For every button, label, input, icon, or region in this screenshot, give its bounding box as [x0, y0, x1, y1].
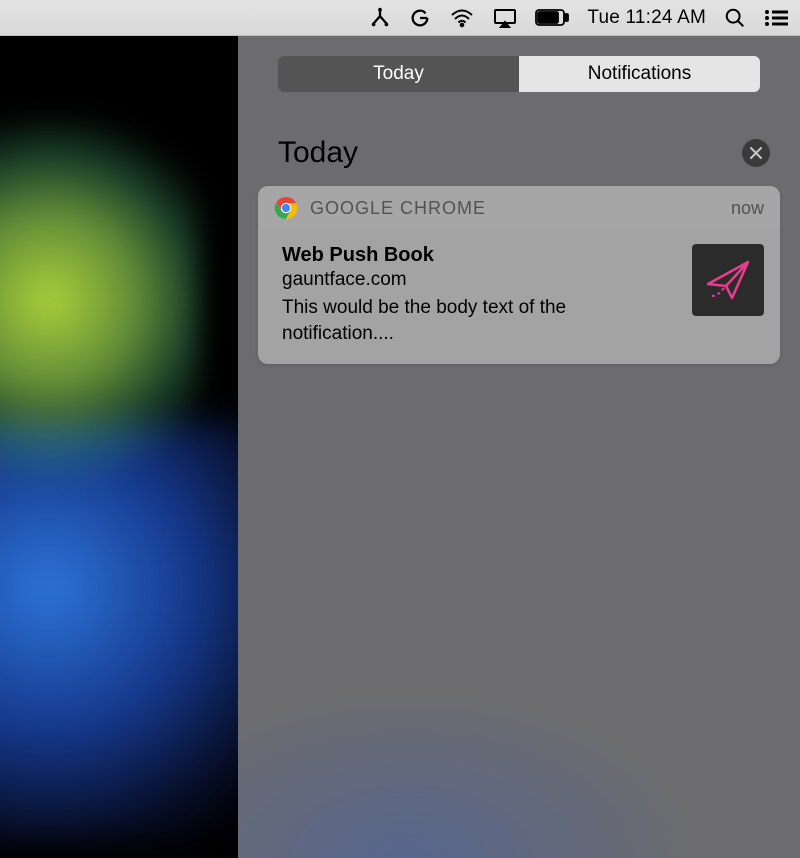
close-icon: [749, 146, 763, 160]
tab-notifications[interactable]: Notifications: [519, 56, 760, 92]
section-title: Today: [278, 136, 358, 170]
desktop-wallpaper: [0, 0, 238, 858]
search-icon[interactable]: [724, 7, 746, 29]
notification-center-panel: Today Notifications Today GOOGLE CHROME: [238, 36, 800, 858]
fork-icon[interactable]: [369, 7, 391, 29]
notification-title: Web Push Book: [282, 244, 676, 267]
notification-domain: gauntface.com: [282, 269, 676, 291]
menubar-clock[interactable]: Tue 11:24 AM: [587, 7, 706, 29]
google-g-icon[interactable]: [409, 7, 431, 29]
menu-list-icon[interactable]: [764, 9, 788, 27]
chrome-icon: [274, 196, 298, 220]
tab-today[interactable]: Today: [278, 56, 519, 92]
notification-header: GOOGLE CHROME now: [258, 186, 780, 230]
nc-view-toggle: Today Notifications: [278, 56, 760, 92]
paper-plane-icon: [702, 254, 754, 306]
notification-image: [692, 244, 764, 316]
battery-icon[interactable]: [535, 9, 569, 27]
notification-app-name: GOOGLE CHROME: [310, 198, 719, 219]
notification-timestamp: now: [731, 198, 764, 219]
nc-section-header: Today: [278, 136, 770, 170]
clear-section-button[interactable]: [742, 139, 770, 167]
menubar: Tue 11:24 AM: [0, 0, 800, 36]
wifi-icon[interactable]: [449, 8, 475, 28]
airplay-icon[interactable]: [493, 8, 517, 28]
notification-card[interactable]: GOOGLE CHROME now Web Push Book gauntfac…: [258, 186, 780, 364]
notification-body: Web Push Book gauntface.com This would b…: [258, 230, 780, 364]
notification-body-text: This would be the body text of the notif…: [282, 295, 676, 346]
